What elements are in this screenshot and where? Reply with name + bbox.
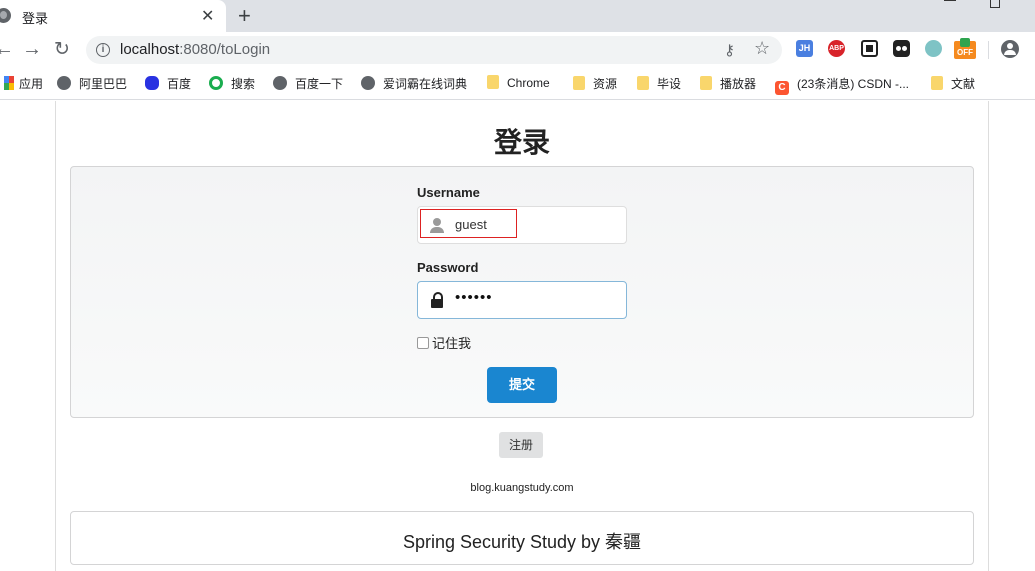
footer-link[interactable]: blog.kuangstudy.com [56, 482, 988, 494]
globe-icon [361, 76, 375, 90]
bookmark-label: 播放器 [720, 77, 757, 91]
bookmarks-bar: 应用 阿里巴巴 百度 搜索 百度一下 爱词霸在线词典 Chrome 资源 毕设 … [0, 68, 1035, 100]
bookmark-label: 百度一下 [295, 77, 344, 91]
url-text[interactable]: localhost:8080/toLogin [120, 41, 270, 58]
address-bar[interactable]: i localhost:8080/toLogin ⚷ ☆ [86, 36, 782, 64]
bookmark-apps[interactable]: 应用 [4, 75, 43, 93]
maximize-button[interactable] [990, 0, 1000, 8]
bookmark-label: 文献 [951, 77, 976, 91]
username-label: Username [417, 185, 480, 200]
forward-arrow-icon[interactable]: → [22, 38, 42, 61]
highlight-box [420, 209, 517, 238]
password-field[interactable]: •••••• [417, 281, 627, 319]
bookmark-literature[interactable]: 文献 [931, 75, 975, 93]
tampermonkey-extension-icon[interactable] [893, 40, 910, 57]
off-extension-icon[interactable]: OFF [954, 38, 976, 59]
jh-extension-icon[interactable]: JH [796, 40, 813, 57]
bookmark-label: 百度 [167, 77, 192, 91]
register-button[interactable]: 注册 [499, 432, 543, 458]
qr-code-extension-icon[interactable] [861, 40, 878, 57]
login-form: Username guest Password •••••• 记住我 提交 [70, 166, 974, 418]
bookmark-baidu-yixia[interactable]: 百度一下 [273, 75, 343, 93]
checkbox-icon[interactable] [417, 337, 429, 349]
bookmark-label: 资源 [593, 77, 618, 91]
new-tab-button[interactable]: + [238, 3, 251, 29]
footer-title: Spring Security Study by 秦疆 [402, 532, 642, 552]
tab-title: 登录 [22, 11, 49, 26]
globe-icon [57, 76, 71, 90]
bookmark-csdn[interactable]: C (23条消息) CSDN -... [775, 75, 910, 95]
globe-icon [273, 76, 287, 90]
browser-toolbar: ← → ↻ i localhost:8080/toLogin ⚷ ☆ JH AB… [0, 32, 1035, 68]
folder-icon [637, 76, 649, 90]
folder-icon [487, 75, 499, 89]
star-icon[interactable]: ☆ [754, 38, 770, 59]
footer-panel: Spring Security Study by 秦疆 [70, 511, 974, 565]
password-value: •••••• [455, 289, 493, 306]
page-title: 登录 [493, 127, 550, 158]
remember-me-label: 记住我 [432, 336, 472, 351]
folder-icon [931, 76, 943, 90]
bookmark-label: 爱词霸在线词典 [383, 77, 468, 91]
bookmark-label: 应用 [19, 77, 44, 91]
adblock-extension-icon[interactable]: ABP [828, 40, 845, 57]
bookmark-resources[interactable]: 资源 [573, 75, 617, 93]
globe-icon [0, 8, 11, 23]
submit-button[interactable]: 提交 [487, 367, 557, 403]
bookmark-label: 阿里巴巴 [79, 77, 128, 91]
bookmark-baidu[interactable]: 百度 [145, 75, 191, 93]
search-icon [209, 76, 223, 90]
close-icon[interactable]: ✕ [201, 6, 214, 26]
bookmark-graduation[interactable]: 毕设 [637, 75, 681, 93]
reload-icon[interactable]: ↻ [54, 38, 70, 61]
bookmark-iciba[interactable]: 爱词霸在线词典 [361, 75, 467, 93]
tab-strip: 登录 ✕ + [0, 0, 1035, 32]
remember-me-checkbox[interactable]: 记住我 [417, 333, 471, 352]
info-icon[interactable]: i [96, 43, 110, 57]
folder-icon [700, 76, 712, 90]
bookmark-label: Chrome [507, 76, 550, 90]
bookmark-label: (23条消息) CSDN -... [797, 77, 910, 91]
lock-icon [431, 292, 443, 308]
minimize-button[interactable] [944, 0, 956, 1]
profile-icon[interactable] [1001, 40, 1019, 58]
apps-icon [4, 76, 14, 90]
bookmark-label: 搜索 [231, 77, 256, 91]
bookmark-search[interactable]: 搜索 [209, 75, 255, 93]
toolbar-divider [988, 41, 989, 59]
url-host: localhost [120, 41, 180, 58]
bookmark-label: 毕设 [657, 77, 682, 91]
url-path: :8080/toLogin [179, 41, 271, 58]
bookmark-chrome[interactable]: Chrome [487, 75, 550, 93]
username-field[interactable]: guest [417, 206, 627, 244]
bookmark-alibaba[interactable]: 阿里巴巴 [57, 75, 127, 93]
cat-extension-icon[interactable] [925, 40, 942, 57]
csdn-icon: C [775, 81, 789, 95]
folder-icon [573, 76, 585, 90]
password-label: Password [417, 260, 479, 275]
baidu-icon [145, 76, 159, 90]
browser-tab[interactable]: 登录 ✕ [0, 0, 226, 32]
key-icon[interactable]: ⚷ [724, 41, 735, 59]
back-arrow-icon[interactable]: ← [0, 38, 14, 61]
page-container: 登录 Username guest Password •••••• 记住我 提交… [55, 101, 989, 571]
bookmark-player[interactable]: 播放器 [700, 75, 756, 93]
